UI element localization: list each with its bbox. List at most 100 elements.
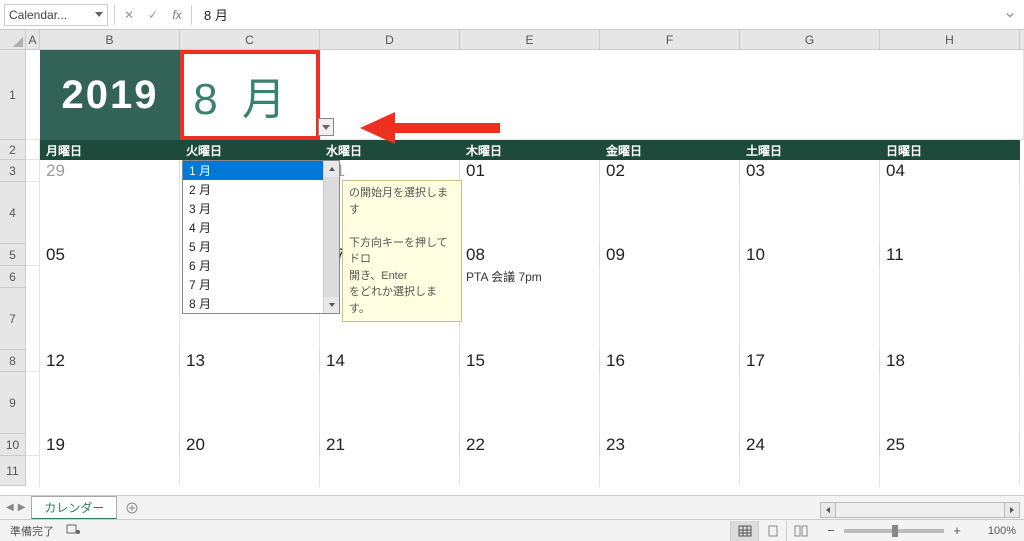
scroll-up-icon[interactable] [324, 161, 339, 177]
year-cell[interactable]: 2019 [40, 50, 180, 140]
event-cell[interactable]: PTA 会議 7pm [460, 266, 600, 288]
zoom-slider[interactable]: − + [824, 524, 964, 538]
col-header[interactable]: E [460, 30, 600, 49]
cell[interactable] [26, 456, 40, 486]
col-header[interactable]: B [40, 30, 180, 49]
col-header[interactable]: C [180, 30, 320, 49]
col-header[interactable]: F [600, 30, 740, 49]
cell[interactable] [26, 288, 40, 350]
scroll-right-icon[interactable] [1004, 502, 1020, 518]
date-cell[interactable]: 24 [740, 434, 880, 456]
fx-button[interactable]: fx [165, 4, 189, 26]
cell[interactable] [600, 456, 740, 486]
cell[interactable] [26, 266, 40, 288]
add-sheet-button[interactable] [121, 498, 143, 518]
dropdown-item[interactable]: 2 月 [183, 180, 339, 199]
nav-next-icon[interactable]: ▶ [18, 502, 26, 513]
date-cell[interactable]: 25 [880, 434, 1020, 456]
cell[interactable] [180, 456, 320, 486]
cell[interactable] [26, 140, 40, 160]
row-header[interactable]: 4 [0, 182, 25, 244]
date-cell[interactable]: 05 [40, 244, 180, 266]
cell[interactable] [26, 434, 40, 456]
date-cell[interactable]: 12 [40, 350, 180, 372]
dropdown-scrollbar[interactable] [323, 161, 339, 313]
cell[interactable] [26, 50, 40, 140]
date-cell[interactable]: 01 [460, 160, 600, 182]
cell[interactable] [740, 182, 880, 244]
date-cell[interactable]: 21 [320, 434, 460, 456]
date-cell[interactable]: 19 [40, 434, 180, 456]
date-cell[interactable]: 29 [40, 160, 180, 182]
horizontal-scrollbar[interactable] [820, 501, 1020, 519]
cell[interactable] [26, 160, 40, 182]
scroll-left-icon[interactable] [820, 502, 836, 518]
date-cell[interactable]: 03 [740, 160, 880, 182]
cell[interactable] [460, 456, 600, 486]
row-header[interactable]: 3 [0, 160, 25, 182]
dropdown-button[interactable] [318, 118, 334, 136]
col-header[interactable]: D [320, 30, 460, 49]
cell[interactable] [740, 372, 880, 434]
formula-cancel-button[interactable]: ✕ [117, 4, 141, 26]
col-header[interactable]: A [26, 30, 40, 49]
nav-first-icon[interactable]: ◀ [6, 502, 14, 513]
row-header[interactable]: 2 [0, 140, 25, 160]
row-header[interactable]: 11 [0, 456, 25, 486]
scroll-down-icon[interactable] [324, 297, 339, 313]
date-cell[interactable]: 22 [460, 434, 600, 456]
cell[interactable] [600, 266, 740, 288]
date-cell[interactable]: 13 [180, 350, 320, 372]
col-header[interactable]: G [740, 30, 880, 49]
cell[interactable] [740, 456, 880, 486]
month-select-cell[interactable]: 8 月 [180, 50, 320, 140]
col-header[interactable]: H [880, 30, 1020, 49]
day-header[interactable]: 月曜日 [40, 140, 180, 160]
cell[interactable] [26, 350, 40, 372]
cell[interactable] [460, 288, 600, 350]
cell[interactable] [460, 182, 600, 244]
cell[interactable] [26, 372, 40, 434]
zoom-in-button[interactable]: + [950, 524, 964, 538]
day-header[interactable]: 土曜日 [740, 140, 880, 160]
dropdown-item[interactable]: 8 月 [183, 294, 339, 313]
cell[interactable] [320, 456, 460, 486]
row-header[interactable]: 8 [0, 350, 25, 372]
cell[interactable] [880, 182, 1020, 244]
formula-enter-button[interactable]: ✓ [141, 4, 165, 26]
cell[interactable] [600, 288, 740, 350]
macro-recorder-icon[interactable] [66, 523, 80, 538]
dropdown-item[interactable]: 5 月 [183, 237, 339, 256]
row-header[interactable]: 7 [0, 288, 25, 350]
cell[interactable] [740, 266, 880, 288]
dropdown-item[interactable]: 3 月 [183, 199, 339, 218]
zoom-readout[interactable]: 100% [974, 525, 1016, 537]
cell[interactable] [320, 372, 460, 434]
dropdown-item[interactable]: 4 月 [183, 218, 339, 237]
day-header[interactable]: 火曜日 [180, 140, 320, 160]
row-header[interactable]: 10 [0, 434, 25, 456]
sheet-nav[interactable]: ◀ ▶ [0, 502, 31, 513]
row-header[interactable]: 9 [0, 372, 25, 434]
date-cell[interactable]: 02 [600, 160, 740, 182]
cell[interactable] [40, 288, 180, 350]
view-page-layout-button[interactable] [758, 521, 786, 541]
cell[interactable] [600, 182, 740, 244]
cell[interactable] [880, 266, 1020, 288]
zoom-track[interactable] [844, 529, 944, 533]
date-cell[interactable]: 18 [880, 350, 1020, 372]
date-cell[interactable]: 20 [180, 434, 320, 456]
date-cell[interactable]: 10 [740, 244, 880, 266]
cell[interactable] [40, 372, 180, 434]
cell[interactable] [600, 372, 740, 434]
day-header[interactable]: 日曜日 [880, 140, 1020, 160]
dropdown-item[interactable]: 6 月 [183, 256, 339, 275]
name-box[interactable]: Calendar... [4, 4, 108, 26]
cell[interactable] [40, 182, 180, 244]
row-header[interactable]: 5 [0, 244, 25, 266]
dropdown-item[interactable]: 1 月 [183, 161, 339, 180]
date-cell[interactable]: 31 [320, 160, 460, 182]
date-cell[interactable]: 08 [460, 244, 600, 266]
view-page-break-button[interactable] [786, 521, 814, 541]
date-cell[interactable]: 11 [880, 244, 1020, 266]
